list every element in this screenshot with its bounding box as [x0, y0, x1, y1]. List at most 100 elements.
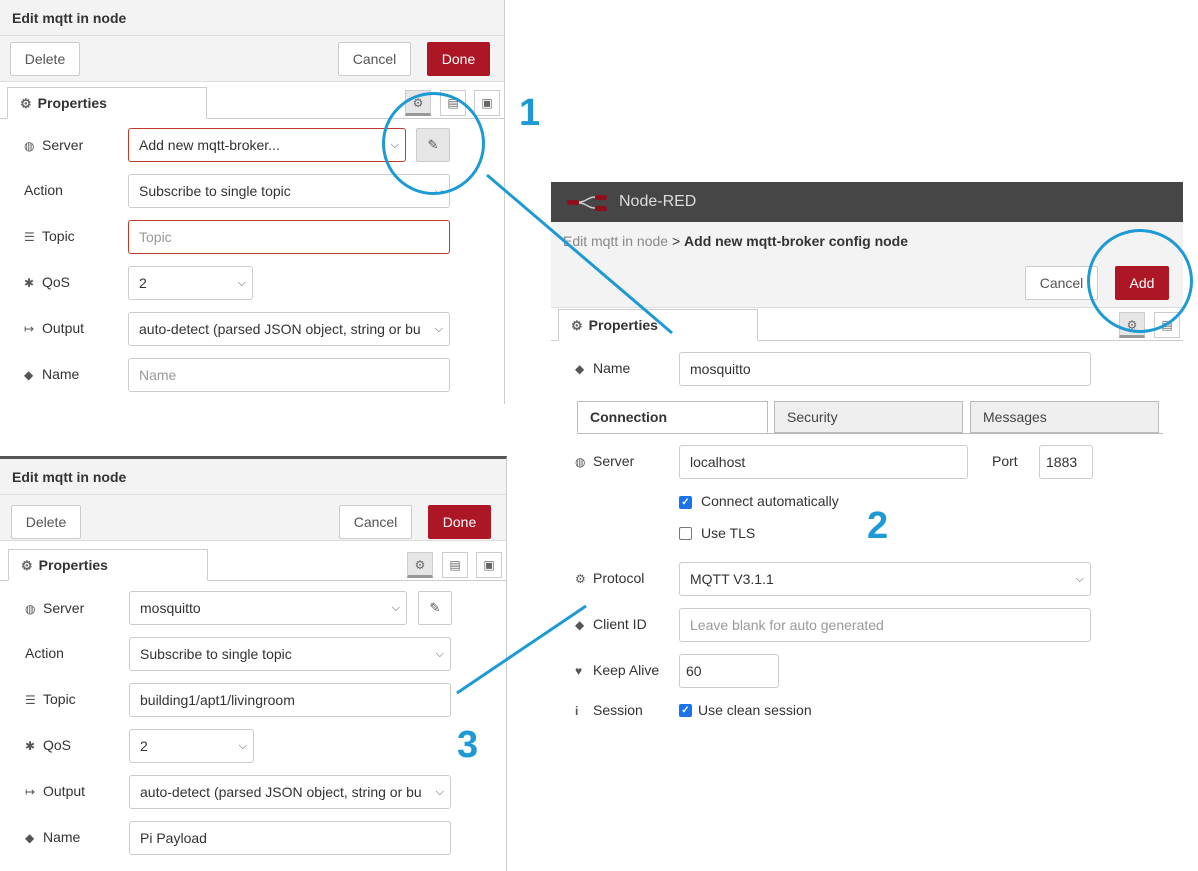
app-title: Node-RED — [619, 193, 697, 210]
port-label: Port — [992, 453, 1018, 469]
annotation-number-1: 1 — [519, 92, 541, 134]
action-select[interactable]: Subscribe to single topic ⌵ — [129, 637, 451, 671]
config-node-panel: Node-RED Edit mqtt in node > Add new mqt… — [551, 182, 1183, 727]
session-label: i Session — [575, 702, 643, 718]
qos-icon: ✱ — [24, 276, 35, 290]
globe-icon: ◍ — [25, 602, 36, 616]
action-label: Action — [24, 182, 63, 198]
name-input[interactable]: mosquitto — [679, 352, 1091, 386]
chevron-down-icon: ⌵ — [391, 602, 400, 614]
appearance-icon[interactable]: ▣ — [474, 90, 500, 116]
tab-properties[interactable]: ⚙ Properties — [8, 549, 208, 581]
globe-icon: ◍ — [575, 455, 586, 469]
tab-label: Properties — [588, 317, 658, 333]
qos-label: ✱ QoS — [25, 737, 72, 753]
server-input[interactable]: localhost — [679, 445, 968, 479]
output-select[interactable]: auto-detect (parsed JSON object, string … — [129, 775, 451, 809]
config-tabs: Connection Security Messages — [577, 401, 1163, 434]
qos-select[interactable]: 2 ⌵ — [129, 729, 254, 763]
done-button[interactable]: Done — [427, 42, 490, 76]
name-label: ◆ Name — [24, 366, 80, 382]
topic-label: ☰ Topic — [24, 228, 75, 244]
tab-security[interactable]: Security — [774, 401, 963, 433]
qos-select[interactable]: 2 ⌵ — [128, 266, 253, 300]
qos-label: ✱ QoS — [24, 274, 71, 290]
gear-icon[interactable]: ⚙ — [407, 552, 433, 578]
topic-input[interactable]: building1/apt1/livingroom — [129, 683, 451, 717]
connect-auto-label: Connect automatically — [701, 493, 839, 509]
tab-bar: ⚙ Properties ⚙ ▤ — [551, 308, 1183, 341]
name-label: ◆ Name — [25, 829, 81, 845]
use-tls-checkbox[interactable] — [679, 527, 692, 540]
server-select[interactable]: Add new mqtt-broker... ⌵ — [128, 128, 406, 162]
cancel-button[interactable]: Cancel — [339, 505, 412, 539]
server-label: ◍ Server — [575, 453, 635, 469]
gear-icon: ⚙ — [21, 558, 33, 573]
output-select[interactable]: auto-detect (parsed JSON object, string … — [128, 312, 450, 346]
protocol-select[interactable]: MQTT V3.1.1 ⌵ — [679, 562, 1091, 596]
output-icon: ↦ — [25, 785, 36, 799]
action-label: Action — [25, 645, 64, 661]
topic-list-icon: ☰ — [24, 230, 35, 244]
tab-properties[interactable]: ⚙ Properties — [7, 87, 207, 119]
name-input[interactable]: Name — [128, 358, 450, 392]
chevron-down-icon: ⌵ — [435, 648, 444, 660]
button-tray: Delete Cancel Done — [0, 495, 506, 541]
delete-button[interactable]: Delete — [10, 42, 80, 76]
node-red-logo-icon — [567, 195, 615, 211]
highlight-circle-2 — [1087, 229, 1193, 333]
info-icon: i — [575, 704, 579, 718]
tab-bar: ⚙ Properties ⚙ ▤ ▣ — [0, 547, 506, 581]
cancel-button[interactable]: Cancel — [338, 42, 411, 76]
chevron-down-icon: ⌵ — [238, 740, 247, 752]
topic-input[interactable]: Topic — [128, 220, 450, 254]
chevron-down-icon: ⌵ — [237, 277, 246, 289]
breadcrumb-parent[interactable]: Edit mqtt in node — [563, 233, 668, 249]
protocol-label: ⚙ Protocol — [575, 570, 645, 586]
chevron-down-icon: ⌵ — [1075, 573, 1084, 585]
tag-icon: ◆ — [24, 368, 34, 382]
gear-icon: ⚙ — [575, 572, 586, 586]
name-input[interactable]: Pi Payload — [129, 821, 451, 855]
name-label: ◆ Name — [575, 360, 631, 376]
tab-label: Properties — [37, 95, 107, 111]
topic-label: ☰ Topic — [25, 691, 76, 707]
server-select[interactable]: mosquitto ⌵ — [129, 591, 407, 625]
annotation-number-2: 2 — [867, 505, 889, 547]
breadcrumb-current: Add new mqtt-broker config node — [684, 233, 909, 249]
delete-button[interactable]: Delete — [11, 505, 81, 539]
gear-icon: ⚙ — [571, 318, 583, 333]
keep-alive-input[interactable]: 60 — [679, 654, 779, 688]
done-button[interactable]: Done — [428, 505, 491, 539]
tab-messages[interactable]: Messages — [970, 401, 1159, 433]
clean-session-label: Use clean session — [698, 702, 812, 718]
panel-title: Edit mqtt in node — [0, 0, 504, 36]
annotation-number-3: 3 — [457, 724, 479, 766]
chevron-down-icon: ⌵ — [435, 786, 444, 798]
description-icon[interactable]: ▤ — [442, 552, 468, 578]
topic-list-icon: ☰ — [25, 693, 36, 707]
clean-session-checkbox[interactable]: ✓ — [679, 704, 692, 717]
keep-alive-label: ♥ Keep Alive — [575, 662, 660, 678]
client-id-input[interactable]: Leave blank for auto generated — [679, 608, 1091, 642]
output-icon: ↦ — [24, 322, 35, 336]
port-input[interactable]: 1883 — [1039, 445, 1093, 479]
highlight-circle-1 — [382, 92, 485, 195]
button-tray: Delete Cancel Done — [0, 36, 504, 82]
globe-icon: ◍ — [24, 139, 35, 153]
tab-connection[interactable]: Connection — [577, 401, 768, 433]
output-label: ↦ Output — [24, 320, 85, 336]
server-label: ◍ Server — [25, 600, 85, 616]
chevron-down-icon: ⌵ — [434, 323, 443, 335]
tab-properties[interactable]: ⚙ Properties — [558, 309, 758, 341]
qos-icon: ✱ — [25, 739, 36, 753]
tag-icon: ◆ — [575, 362, 585, 376]
connect-auto-checkbox[interactable]: ✓ — [679, 496, 692, 509]
tab-label: Properties — [38, 557, 108, 573]
appearance-icon[interactable]: ▣ — [476, 552, 502, 578]
app-header: Node-RED — [551, 182, 1183, 222]
tag-icon: ◆ — [25, 831, 35, 845]
breadcrumb: Edit mqtt in node > Add new mqtt-broker … — [551, 222, 1183, 262]
edit-server-button[interactable]: ✎ — [418, 591, 452, 625]
heartbeat-icon: ♥ — [575, 664, 583, 678]
